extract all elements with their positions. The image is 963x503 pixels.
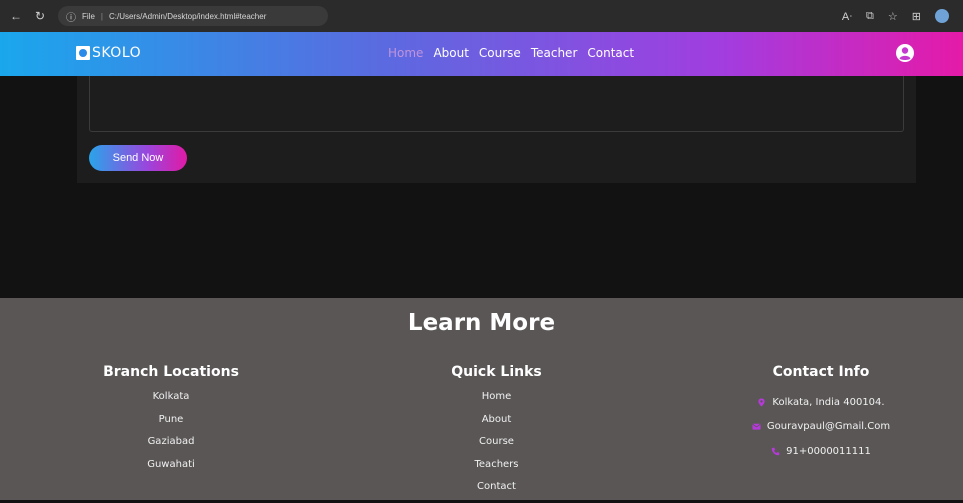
- nav-contact[interactable]: Contact: [587, 46, 634, 60]
- user-account-icon[interactable]: [895, 43, 915, 63]
- quick-link-teachers[interactable]: Teachers: [420, 458, 573, 481]
- address-text: Kolkata, India 400104.: [772, 396, 885, 408]
- address-separator: |: [100, 11, 103, 21]
- file-label: File: [82, 11, 95, 21]
- quick-links-heading: Quick Links: [451, 364, 542, 380]
- contact-info: Contact Info Kolkata, India 400104. Gour…: [728, 364, 914, 464]
- logo-icon: [76, 46, 90, 60]
- site-logo[interactable]: SKOLO: [76, 45, 141, 61]
- quick-link-course[interactable]: Course: [420, 435, 573, 458]
- tab-icon[interactable]: ⧉: [866, 10, 874, 23]
- phone-icon: [771, 447, 780, 456]
- quick-link-contact[interactable]: Contact: [420, 480, 573, 503]
- nav-course[interactable]: Course: [479, 46, 521, 60]
- quick-link-about[interactable]: About: [420, 413, 573, 436]
- read-aloud-icon[interactable]: Aᐧ: [842, 10, 852, 23]
- logo-text: SKOLO: [92, 45, 142, 61]
- footer-title: Learn More: [407, 310, 556, 336]
- location-pin-icon: [758, 398, 766, 407]
- contact-email: Gouravpaul@Gmail.Com: [728, 415, 914, 440]
- site-navbar: SKOLO Home About Course Teacher Contact: [0, 32, 963, 76]
- email-text[interactable]: Gouravpaul@Gmail.Com: [767, 421, 890, 432]
- browser-actions: Aᐧ ⧉ ☆ ⊞: [842, 9, 963, 23]
- branch-item: Pune: [158, 413, 184, 425]
- back-icon[interactable]: ←: [8, 8, 24, 24]
- contact-heading: Contact Info: [772, 364, 870, 380]
- envelope-icon: [752, 424, 761, 430]
- branch-item: Guwahati: [147, 458, 195, 470]
- message-textarea[interactable]: [89, 76, 904, 132]
- favorites-icon[interactable]: ☆: [888, 10, 898, 23]
- quick-links: Quick Links Home About Course Teachers C…: [420, 364, 573, 503]
- nav-teacher[interactable]: Teacher: [531, 46, 578, 60]
- send-now-button[interactable]: Send Now: [89, 145, 187, 171]
- branch-item: Kolkata: [152, 391, 190, 402]
- branch-heading: Branch Locations: [103, 364, 239, 380]
- nav-home[interactable]: Home: [388, 46, 423, 60]
- profile-icon[interactable]: [935, 9, 949, 23]
- contact-phone: 91+0000011111: [728, 439, 914, 464]
- nav-about[interactable]: About: [433, 46, 468, 60]
- address-bar[interactable]: ⓘ File | C:/Users/Admin/Desktop/index.ht…: [58, 6, 328, 26]
- phone-text[interactable]: 91+0000011111: [786, 446, 871, 457]
- refresh-icon[interactable]: ↻: [32, 8, 48, 24]
- footer: Learn More Branch Locations Kolkata Pune…: [0, 298, 963, 500]
- branch-item: Gaziabad: [147, 436, 195, 447]
- contact-address: Kolkata, India 400104.: [728, 390, 914, 415]
- info-icon[interactable]: ⓘ: [66, 9, 76, 24]
- main-menu: Home About Course Teacher Contact: [388, 46, 634, 60]
- contact-form: Send Now: [77, 76, 916, 183]
- url-text: C:/Users/Admin/Desktop/index.html#teache…: [108, 11, 267, 21]
- quick-link-home[interactable]: Home: [420, 390, 573, 413]
- collections-icon[interactable]: ⊞: [912, 10, 921, 23]
- branch-locations: Branch Locations Kolkata Pune Gaziabad G…: [90, 364, 252, 480]
- browser-toolbar: ← ↻ ⓘ File | C:/Users/Admin/Desktop/inde…: [0, 0, 963, 32]
